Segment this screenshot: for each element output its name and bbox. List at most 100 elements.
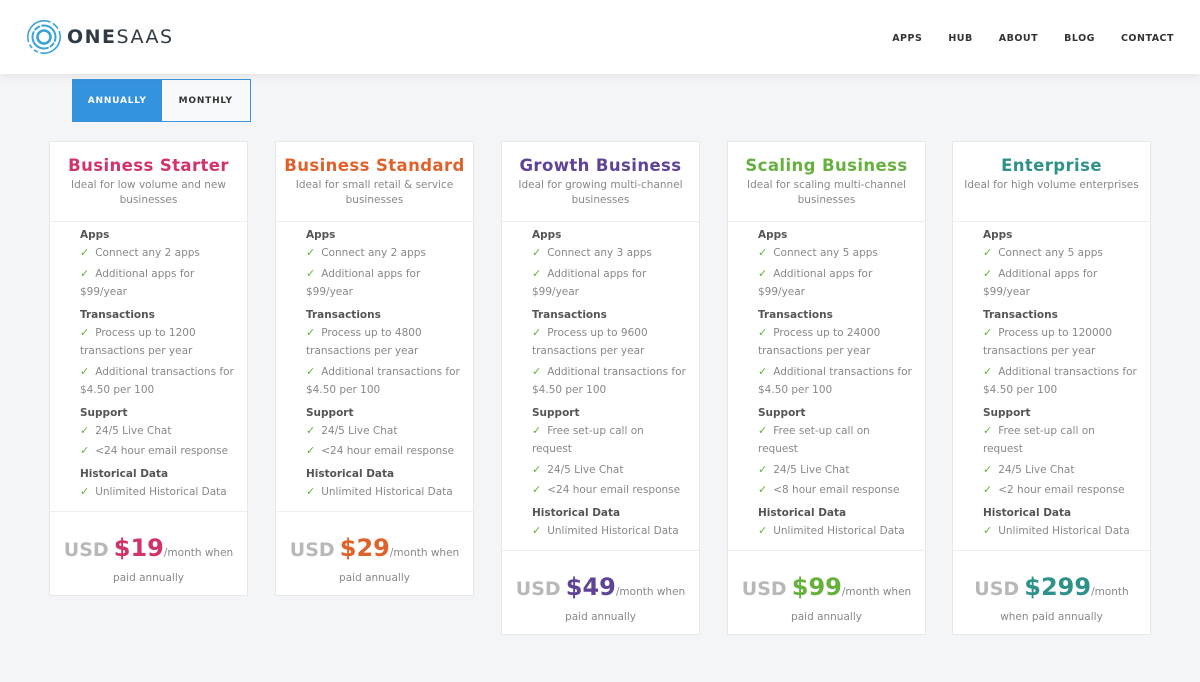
feature-item: ✓ Additional apps for $99/year xyxy=(983,265,1138,302)
feature-text: Process up to 9600 transactions per year xyxy=(532,326,648,358)
check-icon: ✓ xyxy=(532,325,542,339)
feature-item: ✓ Additional transactions for $4.50 per 1… xyxy=(532,363,687,400)
plan-header: Scaling Business Ideal for scaling multi-… xyxy=(728,142,925,222)
check-icon: ✓ xyxy=(758,462,768,476)
check-icon: ✓ xyxy=(983,266,993,280)
feature-item: ✓ <2 hour email response xyxy=(983,481,1138,500)
nav-contact[interactable]: CONTACT xyxy=(1121,33,1174,44)
price-period: /month when xyxy=(841,586,912,598)
feature-section-title: Support xyxy=(80,406,128,419)
check-icon: ✓ xyxy=(80,364,90,378)
plan-features: Apps ✓ Connect any 2 apps ✓ Additional apps … xyxy=(50,222,247,511)
feature-item: ✓ 24/5 Live Chat xyxy=(758,461,913,480)
check-icon: ✓ xyxy=(983,325,993,339)
check-icon: ✓ xyxy=(983,462,993,476)
check-icon: ✓ xyxy=(983,364,993,378)
price-billing-note: paid annually xyxy=(791,611,862,623)
nav-apps[interactable]: APPS xyxy=(892,33,922,44)
site-header: ONESAAS APPS HUB ABOUT BLOG CONTACT xyxy=(0,0,1200,74)
logo[interactable]: ONESAAS xyxy=(26,19,174,55)
price-line: USD $49/month when xyxy=(502,571,699,608)
feature-text: Additional apps for $99/year xyxy=(532,267,647,299)
check-icon: ✓ xyxy=(758,423,768,437)
feature-text: Unlimited Historical Data xyxy=(547,524,679,537)
plan-title: Enterprise xyxy=(1001,156,1102,175)
feature-section-title: Transactions xyxy=(306,308,381,321)
check-icon: ✓ xyxy=(306,484,316,498)
feature-item: ✓ Additional transactions for $4.50 per 1… xyxy=(80,363,235,400)
plan-price: USD $299/month when paid annually xyxy=(953,550,1150,634)
feature-item: ✓ Unlimited Historical Data xyxy=(306,483,461,502)
check-icon: ✓ xyxy=(306,423,316,437)
feature-item: ✓ Process up to 4800 transactions per yea… xyxy=(306,324,461,361)
plan-title: Business Standard xyxy=(284,156,465,175)
plan-subtitle: Ideal for small retail & service busines… xyxy=(295,179,454,206)
feature-text: 24/5 Live Chat xyxy=(773,463,850,476)
feature-item: ✓ <8 hour email response xyxy=(758,481,913,500)
feature-section-title: Apps xyxy=(532,229,562,241)
feature-text: Connect any 5 apps xyxy=(998,247,1103,259)
check-icon: ✓ xyxy=(983,523,993,537)
plan-price: USD $19/month when paid annually xyxy=(50,511,247,595)
feature-text: 24/5 Live Chat xyxy=(547,463,624,476)
plan-header: Enterprise Ideal for high volume enterpri… xyxy=(953,142,1150,222)
plan-card-business-standard: Business Standard Ideal for small retail … xyxy=(275,141,474,596)
feature-item: ✓ Additional apps for $99/year xyxy=(532,265,687,302)
plan-features: Apps ✓ Connect any 2 apps ✓ Additional apps … xyxy=(276,222,473,511)
feature-text: Additional transactions for $4.50 per 10… xyxy=(758,365,912,397)
feature-item: ✓ 24/5 Live Chat xyxy=(532,461,687,480)
feature-item: ✓ 24/5 Live Chat xyxy=(80,422,235,441)
feature-item: ✓ Free set-up call on request xyxy=(983,422,1138,459)
check-icon: ✓ xyxy=(80,484,90,498)
price-line: USD $99/month when xyxy=(728,571,925,608)
feature-section-title: Apps xyxy=(758,229,788,241)
feature-item: ✓ Unlimited Historical Data xyxy=(983,522,1138,541)
price-currency: USD xyxy=(63,539,109,561)
price-currency: USD xyxy=(974,578,1020,600)
feature-item: ✓ Additional apps for $99/year xyxy=(758,265,913,302)
feature-text: Unlimited Historical Data xyxy=(998,524,1130,537)
feature-item: ✓ Process up to 1200 transactions per yea… xyxy=(80,324,235,361)
feature-text: Connect any 2 apps xyxy=(95,247,200,259)
price-billing-note: when paid annually xyxy=(1000,611,1103,623)
feature-text: Process up to 4800 transactions per year xyxy=(306,326,422,358)
feature-item: ✓ Free set-up call on request xyxy=(758,422,913,459)
nav-about[interactable]: ABOUT xyxy=(999,33,1038,44)
nav-hub[interactable]: HUB xyxy=(948,33,972,44)
feature-section-title: Transactions xyxy=(983,308,1058,321)
toggle-annually[interactable]: ANNUALLY xyxy=(73,80,162,121)
plan-card-scaling-business: Scaling Business Ideal for scaling multi-… xyxy=(727,141,926,635)
price-amount: $29 xyxy=(339,534,390,562)
feature-item: ✓ Additional apps for $99/year xyxy=(306,265,461,302)
check-icon: ✓ xyxy=(532,523,542,537)
feature-item: ✓ Additional transactions for $4.50 per 1… xyxy=(983,363,1138,400)
feature-text: 24/5 Live Chat xyxy=(998,463,1075,476)
plan-title: Business Starter xyxy=(68,156,229,175)
check-icon: ✓ xyxy=(532,483,542,496)
feature-item: ✓ Unlimited Historical Data xyxy=(532,522,687,541)
check-icon: ✓ xyxy=(306,364,316,378)
feature-section-title: Transactions xyxy=(532,308,607,321)
plan-card-growth-business: Growth Business Ideal for growing multi-c… xyxy=(501,141,700,635)
feature-item: ✓ Connect any 3 apps xyxy=(532,244,687,263)
feature-text: Additional transactions for $4.50 per 10… xyxy=(80,365,234,397)
check-icon: ✓ xyxy=(758,483,768,496)
feature-item: ✓ Process up to 120000 transactions per y… xyxy=(983,324,1138,361)
plan-price: USD $49/month when paid annually xyxy=(502,550,699,634)
feature-item: ✓ <24 hour email response xyxy=(306,442,461,461)
feature-section-title: Historical Data xyxy=(306,467,395,480)
check-icon: ✓ xyxy=(80,325,90,339)
feature-item: ✓ Connect any 5 apps xyxy=(758,244,913,263)
check-icon: ✓ xyxy=(306,246,316,259)
price-billing-note: paid annually xyxy=(565,611,636,623)
price-amount: $49 xyxy=(565,573,616,601)
feature-item: ✓ Process up to 9600 transactions per yea… xyxy=(532,324,687,361)
plan-header: Growth Business Ideal for growing multi-c… xyxy=(502,142,699,222)
toggle-monthly[interactable]: MONTHLY xyxy=(162,80,251,121)
nav-blog[interactable]: BLOG xyxy=(1064,33,1095,44)
plan-card-business-starter: Business Starter Ideal for low volume and… xyxy=(49,141,248,596)
price-period: /month when xyxy=(615,586,686,598)
price-currency: USD xyxy=(289,539,335,561)
feature-section-title: Historical Data xyxy=(983,506,1072,519)
price-amount: $99 xyxy=(791,573,842,601)
